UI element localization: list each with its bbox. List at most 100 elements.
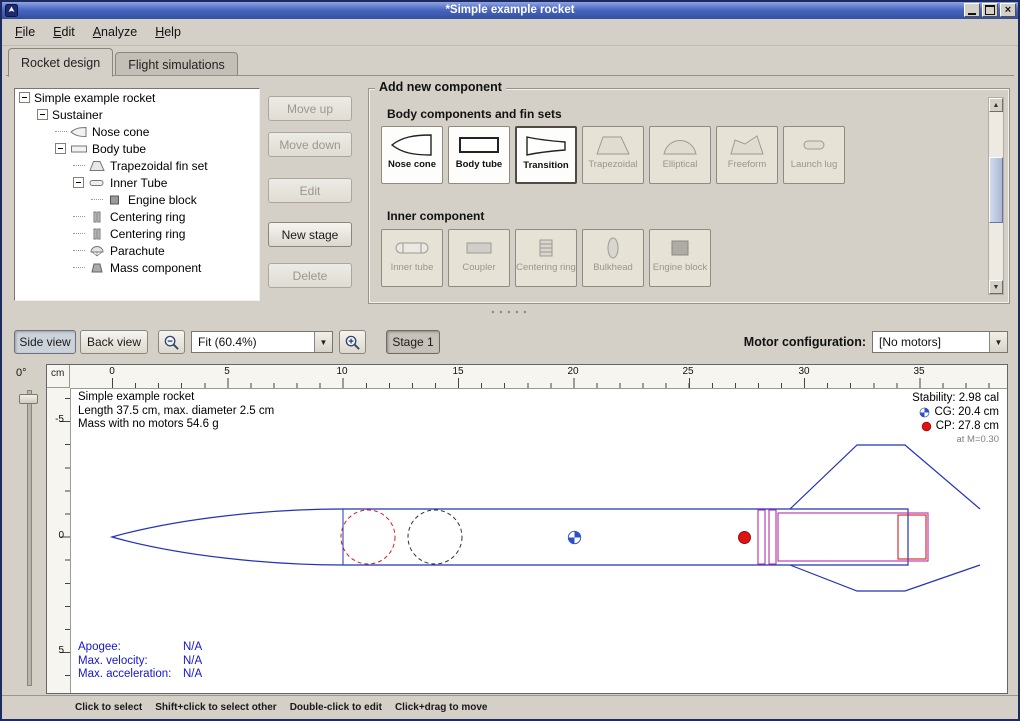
stage-1-toggle[interactable]: Stage 1 [386,330,440,354]
menu-file[interactable]: File [6,22,44,42]
parachute-outline[interactable] [341,510,395,564]
freeform-fin-icon [725,132,769,158]
tree-item-sustainer[interactable]: Sustainer [15,106,259,123]
zoom-out-button[interactable] [158,330,185,354]
rocket-body-outline[interactable] [112,509,908,565]
back-view-button[interactable]: Back view [80,330,148,354]
tree-item-inner-tube[interactable]: Inner Tube [15,174,259,191]
add-launch-lug-button[interactable]: Launch lug [783,126,845,184]
add-coupler-button[interactable]: Coupler [448,229,510,287]
collapse-toggle-icon[interactable] [55,143,66,154]
add-trapezoidal-fin-button[interactable]: Trapezoidal [582,126,644,184]
inner-tube-assembly[interactable] [758,510,928,564]
rotation-slider-handle[interactable] [19,394,38,404]
add-engine-block-button[interactable]: Engine block [649,229,711,287]
side-view-button[interactable]: Side view [14,330,76,354]
delete-button[interactable]: Delete [268,263,352,288]
tab-flight-simulations[interactable]: Flight simulations [115,52,238,76]
tree-item-centering-ring-1[interactable]: Centering ring [15,208,259,225]
collapse-toggle-icon[interactable] [73,177,84,188]
splitter-handle-icon [489,310,531,314]
add-elliptical-fin-button[interactable]: Elliptical [649,126,711,184]
cg-marker[interactable] [568,531,580,543]
menu-analyze[interactable]: Analyze [84,22,146,42]
zoom-in-button[interactable] [339,330,366,354]
cg-value: CG: 20.4 cm [934,405,999,419]
tree-item-rocket[interactable]: Simple example rocket [15,89,259,106]
fin-lower[interactable] [790,565,980,591]
inner-tube-outline[interactable] [778,513,928,561]
tree-item-mass-component[interactable]: Mass component [15,259,259,276]
add-bulkhead-button[interactable]: Bulkhead [582,229,644,287]
body-tube-icon [70,143,88,155]
mass-component-outline[interactable] [408,510,462,564]
rocket-name: Simple example rocket [78,391,274,405]
move-down-button[interactable]: Move down [268,132,352,157]
launch-lug-icon [792,132,836,158]
centering-ring-icon [88,211,106,223]
dropdown-arrow-icon[interactable]: ▼ [314,332,332,352]
fin-set-icon [88,160,106,172]
engine-block-icon [106,194,124,206]
scroll-down-button[interactable]: ▼ [989,280,1003,294]
fin-upper[interactable] [790,445,980,509]
menu-edit[interactable]: Edit [44,22,84,42]
centering-ring-outline[interactable] [769,510,776,564]
move-up-button[interactable]: Move up [268,96,352,121]
tree-item-nose-cone[interactable]: Nose cone [15,123,259,140]
rocket-diagram-viewport[interactable]: cm 0 5 10 15 20 25 30 35 -5 0 5 [46,364,1008,694]
zoom-select[interactable]: Fit (60.4%) ▼ [191,331,333,353]
tab-rocket-design[interactable]: Rocket design [8,48,113,77]
motor-configuration-select[interactable]: [No motors] ▼ [872,331,1008,353]
tree-item-fin-set[interactable]: Trapezoidal fin set [15,157,259,174]
hint-double-click: Double-click to edit [290,702,382,713]
minimize-button[interactable] [964,3,980,17]
bulkhead-icon [591,235,635,261]
rocket-drawing[interactable] [70,388,1008,693]
collapse-toggle-icon[interactable] [37,109,48,120]
tab-separator [6,75,1014,76]
nose-cone-icon [390,132,434,158]
dropdown-arrow-icon[interactable]: ▼ [989,332,1007,352]
cg-icon [919,407,930,418]
tree-item-engine-block[interactable]: Engine block [15,191,259,208]
ruler-unit: cm [47,365,70,388]
add-transition-button[interactable]: Transition [515,126,577,184]
collapse-toggle-icon[interactable] [19,92,30,103]
engine-block-outline[interactable] [898,515,926,559]
minimize-icon [968,13,976,15]
centering-ring-outline[interactable] [758,510,765,564]
tree-item-body-tube[interactable]: Body tube [15,140,259,157]
menu-bar: File Edit Analyze Help [2,19,1018,46]
edit-button[interactable]: Edit [268,178,352,203]
status-bar: Click to select Shift+click to select ot… [2,695,1018,718]
cp-marker[interactable] [739,532,751,544]
add-inner-tube-button[interactable]: Inner tube [381,229,443,287]
horizontal-ruler: 0 5 10 15 20 25 30 35 [70,365,1007,389]
new-stage-button[interactable]: New stage [268,222,352,247]
body-tube-icon [457,132,501,158]
pane-splitter[interactable] [10,305,1010,319]
mach-note: at M=0.30 [912,433,999,447]
zoom-out-icon [163,334,180,351]
scroll-up-button[interactable]: ▲ [989,98,1003,112]
stability-info: Stability: 2.98 cal CG: 20.4 cm CP: 27.8… [912,391,999,447]
scrollbar-thumb[interactable] [989,157,1003,224]
menu-help[interactable]: Help [146,22,190,42]
window-title: *Simple example rocket [2,2,1018,19]
maximize-button[interactable] [982,3,998,17]
app-icon[interactable] [5,4,18,17]
component-tree[interactable]: Simple example rocket Sustainer Nose con… [14,88,260,301]
engine-block-icon [658,235,702,261]
component-scrollbar[interactable]: ▲ ▼ [988,97,1004,295]
add-body-tube-button[interactable]: Body tube [448,126,510,184]
add-nose-cone-button[interactable]: Nose cone [381,126,443,184]
add-centering-ring-button[interactable]: Centering ring [515,229,577,287]
tree-item-parachute[interactable]: Parachute [15,242,259,259]
rotation-angle-label: 0° [16,367,27,379]
title-bar[interactable]: *Simple example rocket × [2,2,1018,19]
add-freeform-fin-button[interactable]: Freeform [716,126,778,184]
close-button[interactable]: × [1000,3,1016,17]
tree-item-centering-ring-2[interactable]: Centering ring [15,225,259,242]
rotation-slider-track[interactable] [27,390,32,686]
